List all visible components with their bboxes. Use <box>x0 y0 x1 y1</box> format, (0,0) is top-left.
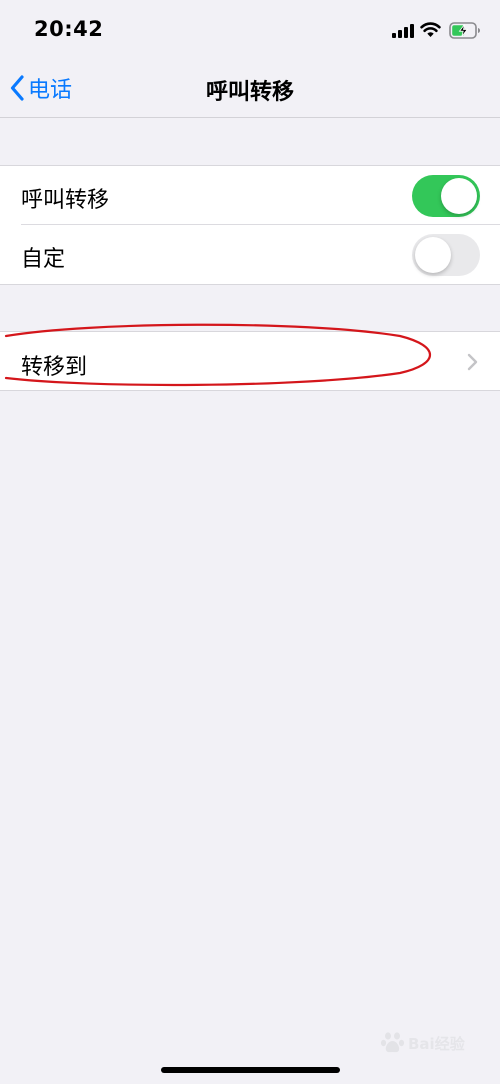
watermark-text: Bai经验 <box>408 1034 465 1053</box>
custom-label: 自定 <box>21 247 66 272</box>
status-bar: 20:42 <box>0 0 500 56</box>
nav-bar: 电话 呼叫转移 <box>0 56 500 118</box>
chevron-right-icon <box>467 353 478 371</box>
paw-logo-icon <box>380 1032 405 1053</box>
baidu-watermark: Bai经验 <box>380 1030 465 1056</box>
page-title: 呼叫转移 <box>205 80 294 105</box>
forward-to-label: 转移到 <box>21 355 88 380</box>
wifi-icon <box>420 22 441 37</box>
battery-charging-icon <box>449 22 480 39</box>
toggle-knob <box>441 178 477 214</box>
call-forwarding-label: 呼叫转移 <box>21 188 110 213</box>
custom-row: 自定 <box>0 225 500 284</box>
custom-toggle[interactable] <box>412 234 480 276</box>
signal-icon <box>392 24 414 38</box>
forward-to-row[interactable]: 转移到 <box>0 332 500 391</box>
call-forwarding-toggle[interactable] <box>412 175 480 217</box>
call-forwarding-row: 呼叫转移 <box>0 166 500 225</box>
forward-to-group: 转移到 <box>0 331 500 391</box>
home-indicator[interactable] <box>161 1067 340 1073</box>
forwarding-settings-group: 呼叫转移 自定 <box>0 165 500 285</box>
status-time: 20:42 <box>34 17 104 41</box>
toggle-knob <box>415 237 451 273</box>
